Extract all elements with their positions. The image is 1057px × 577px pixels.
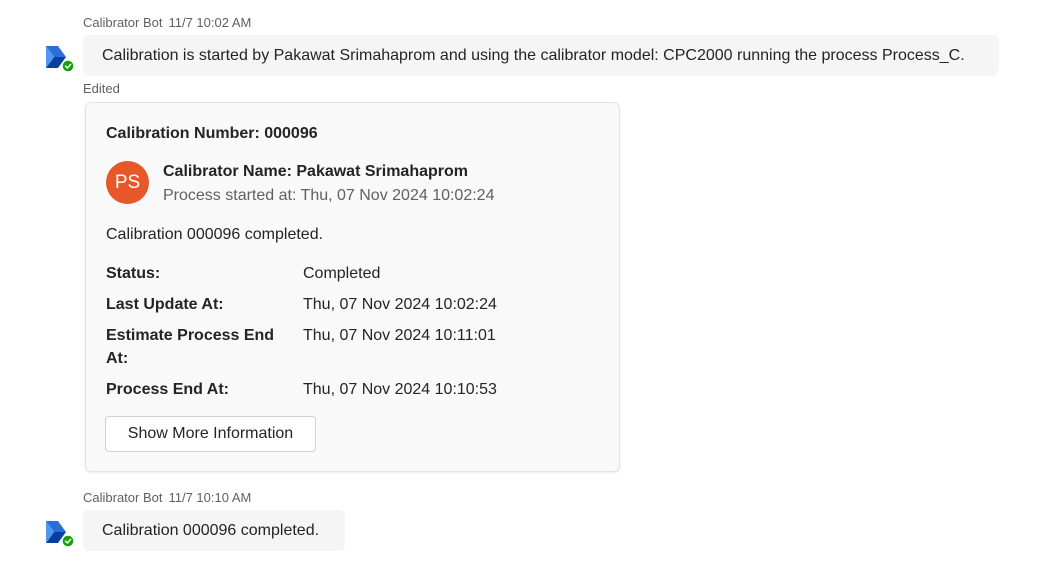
fact-value: Thu, 07 Nov 2024 10:11:01	[303, 327, 496, 344]
fact-label: Process End At:	[106, 381, 229, 398]
fact-label: Status:	[106, 265, 161, 282]
fact-row: Process End At: Thu, 07 Nov 2024 10:10:5…	[106, 378, 586, 401]
calibrator-name: Calibrator Name: Pakawat Srimahaprom	[163, 163, 468, 180]
message-timestamp: 11/7 10:02 AM	[168, 15, 252, 30]
show-more-information-button[interactable]: Show More Information	[105, 416, 316, 452]
calibration-card: Calibration Number: 000096 PS Calibrator…	[85, 102, 620, 472]
message-text: Calibration is started by Pakawat Srimah…	[102, 46, 965, 64]
fact-label: Last Update At:	[106, 296, 224, 313]
message-header: Calibrator Bot 11/7 10:02 AM	[83, 15, 251, 30]
available-check-icon	[62, 535, 74, 547]
fact-set: Status: Completed Last Update At: Thu, 0…	[106, 262, 586, 409]
calibrator-avatar: PS	[106, 161, 149, 204]
fact-label: Estimate Process End At:	[106, 327, 275, 367]
bot-avatar[interactable]	[44, 517, 74, 547]
message-timestamp: 11/7 10:10 AM	[168, 490, 252, 505]
card-summary: Calibration 000096 completed.	[106, 226, 324, 243]
message-bubble[interactable]: Calibration is started by Pakawat Srimah…	[83, 35, 999, 76]
fact-value: Completed	[303, 265, 381, 282]
message-bubble[interactable]: Calibration 000096 completed.	[83, 510, 345, 551]
fact-value: Thu, 07 Nov 2024 10:10:53	[303, 381, 497, 398]
fact-row: Last Update At: Thu, 07 Nov 2024 10:02:2…	[106, 293, 586, 316]
fact-row: Estimate Process End At: Thu, 07 Nov 202…	[106, 324, 586, 370]
message-text: Calibration 000096 completed.	[102, 521, 320, 539]
bot-avatar[interactable]	[44, 42, 74, 72]
available-check-icon	[62, 60, 74, 72]
edited-label: Edited	[83, 81, 120, 96]
sender-name: Calibrator Bot	[83, 15, 163, 30]
fact-value: Thu, 07 Nov 2024 10:02:24	[303, 296, 497, 313]
card-title: Calibration Number: 000096	[106, 125, 318, 142]
power-automate-icon	[46, 521, 74, 547]
process-started: Process started at: Thu, 07 Nov 2024 10:…	[163, 187, 495, 204]
message-header: Calibrator Bot 11/7 10:10 AM	[83, 490, 251, 505]
sender-name: Calibrator Bot	[83, 490, 163, 505]
fact-row: Status: Completed	[106, 262, 586, 285]
power-automate-icon	[46, 46, 74, 72]
